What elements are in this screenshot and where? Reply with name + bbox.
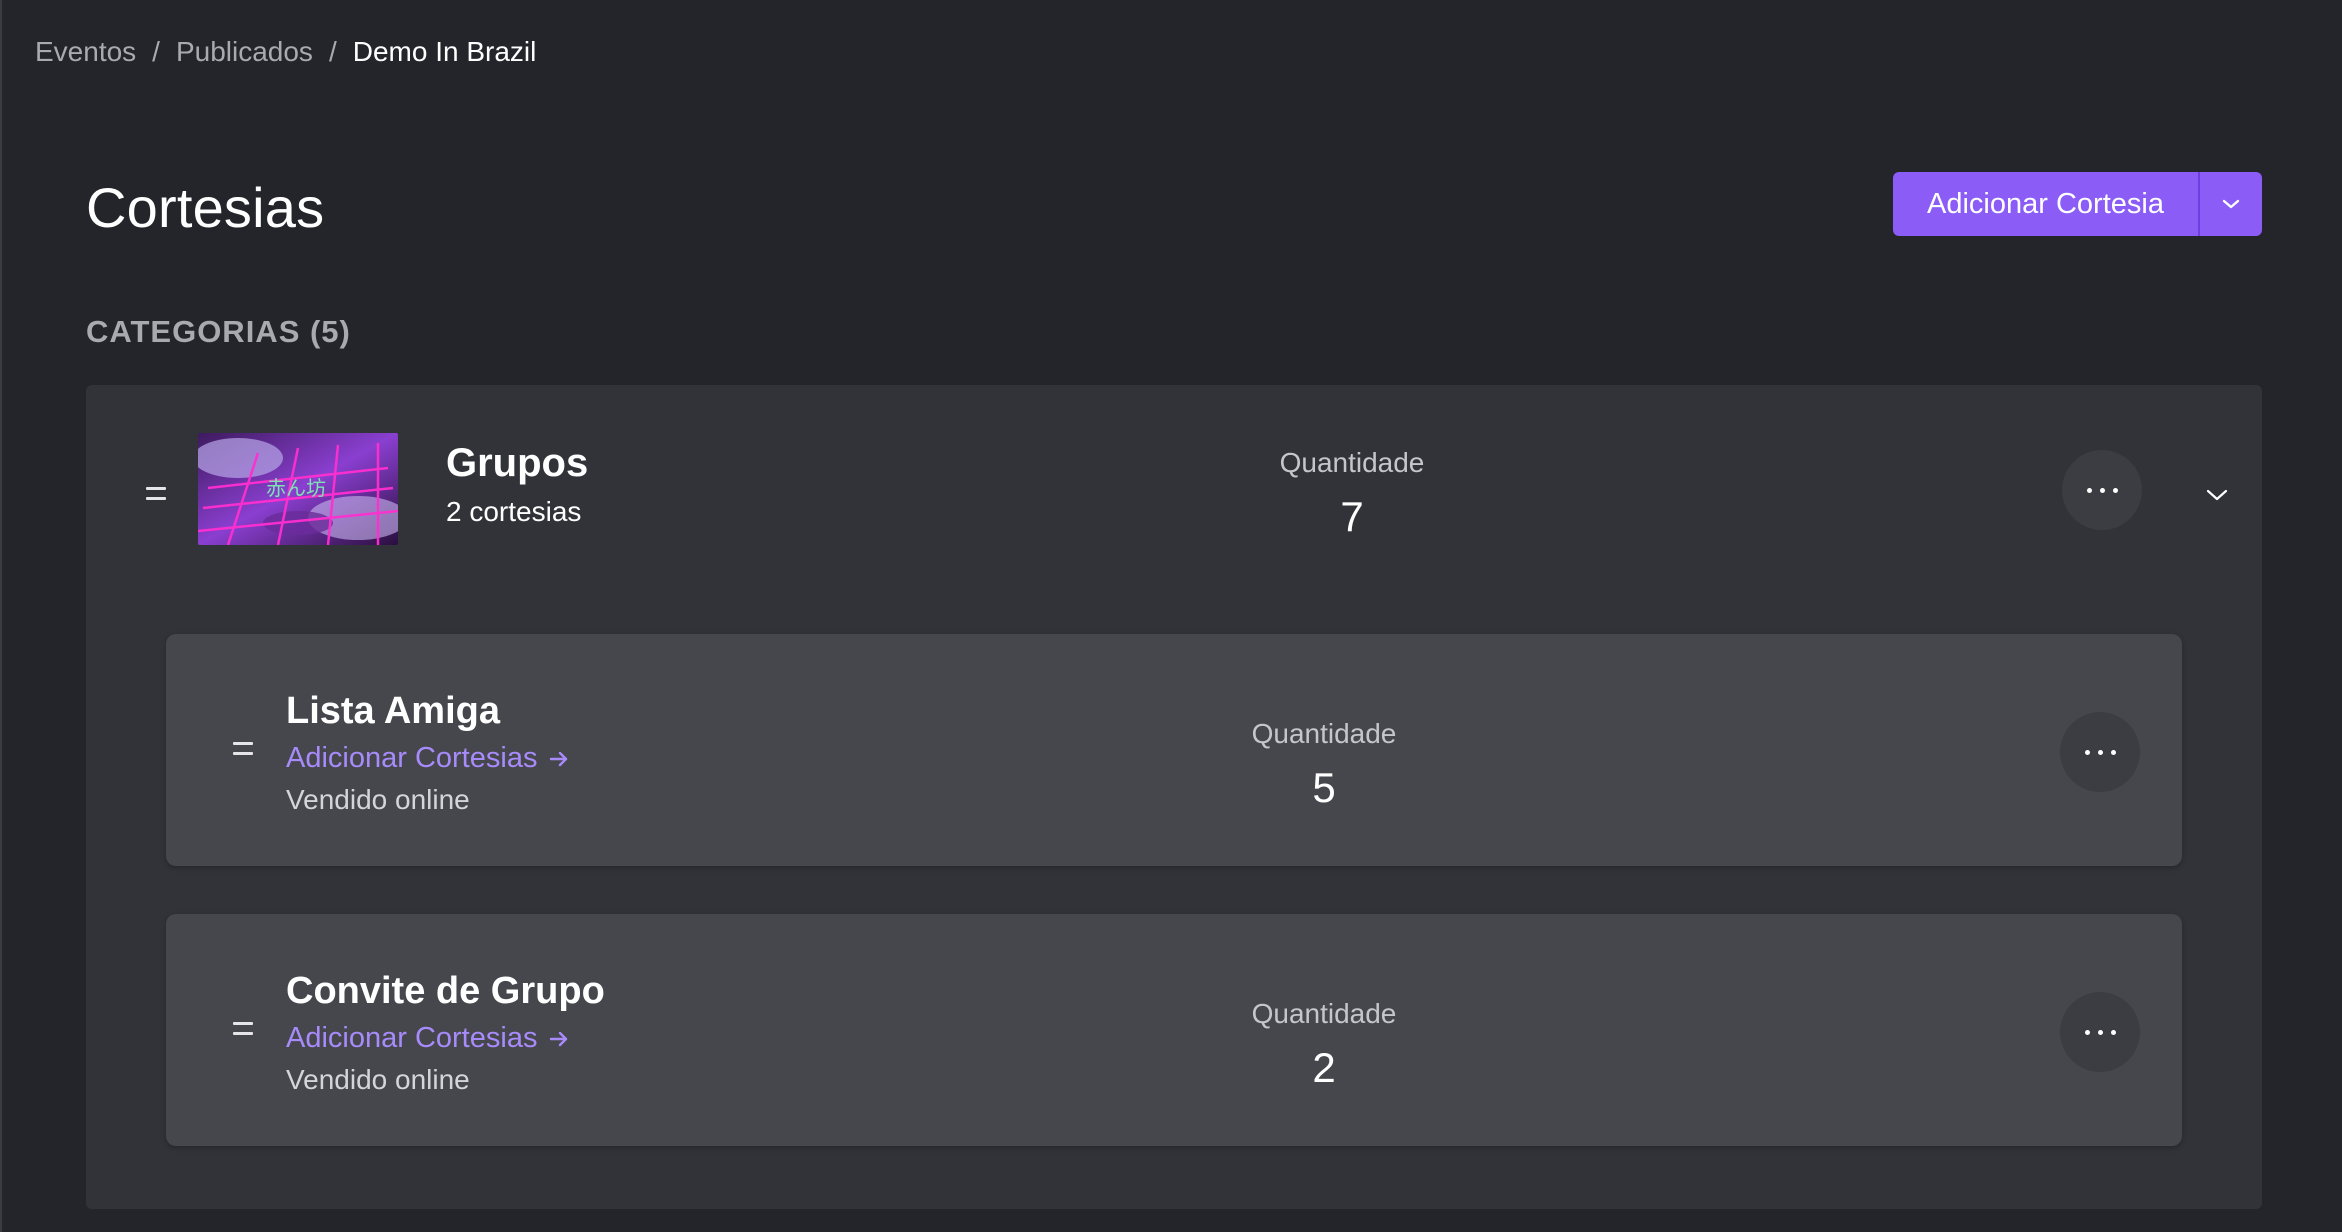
category-thumbnail: 赤ん坊 <box>198 433 398 545</box>
arrow-right-icon <box>550 751 568 766</box>
cortesia-more-button[interactable] <box>2060 712 2140 792</box>
breadcrumb: Eventos / Publicados / Demo In Brazil <box>35 36 536 68</box>
add-cortesia-button[interactable]: Adicionar Cortesia <box>1893 172 2198 236</box>
cortesia-title: Convite de Grupo <box>286 970 605 1012</box>
category-more-button[interactable] <box>2062 450 2142 530</box>
drag-handle-icon[interactable] <box>233 742 253 755</box>
drag-handle-icon[interactable] <box>146 487 166 500</box>
more-horizontal-icon <box>2084 749 2116 755</box>
add-cortesias-link-label: Adicionar Cortesias <box>286 742 538 774</box>
cortesia-sales-channel: Vendido online <box>286 1064 470 1095</box>
more-horizontal-icon <box>2084 1029 2116 1035</box>
breadcrumb-separator: / <box>328 36 337 67</box>
category-name: Grupos <box>446 441 589 485</box>
chevron-down-icon <box>2206 489 2228 501</box>
cortesia-more-button[interactable] <box>2060 992 2140 1072</box>
breadcrumb-item-current: Demo In Brazil <box>352 36 537 67</box>
quantity-value: 2 <box>1312 1044 1336 1091</box>
cortesia-sales-channel: Vendido online <box>286 784 470 815</box>
more-horizontal-icon <box>2086 487 2118 493</box>
page: Eventos / Publicados / Demo In Brazil Co… <box>0 0 2342 1232</box>
thumbnail-text: 赤ん坊 <box>266 476 326 500</box>
arrow-right-icon <box>550 1031 568 1046</box>
add-cortesias-link-label: Adicionar Cortesias <box>286 1022 538 1054</box>
drag-handle-icon[interactable] <box>233 1022 253 1035</box>
add-cortesias-link[interactable]: Adicionar Cortesias <box>286 742 569 775</box>
cortesia-quantity: Quantidade 5 <box>1224 718 1424 812</box>
category-quantity: Quantidade 7 <box>1252 447 1452 541</box>
quantity-label: Quantidade <box>1251 998 1397 1029</box>
cortesia-quantity: Quantidade 2 <box>1224 998 1424 1092</box>
add-cortesias-link[interactable]: Adicionar Cortesias <box>286 1022 569 1055</box>
category-collapse-button[interactable] <box>2204 487 2230 508</box>
add-cortesia-split-button: Adicionar Cortesia <box>1893 172 2262 236</box>
cortesia-item: Convite de Grupo Adicionar Cortesias Ven… <box>166 914 2182 1146</box>
cortesia-item: Lista Amiga Adicionar Cortesias Vendido … <box>166 634 2182 866</box>
quantity-value: 7 <box>1340 493 1364 540</box>
chevron-down-icon <box>2222 199 2240 209</box>
breadcrumb-separator: / <box>152 36 160 67</box>
breadcrumb-item-eventos[interactable]: Eventos <box>35 36 136 68</box>
breadcrumb-item-publicados[interactable]: Publicados <box>176 36 313 68</box>
quantity-label: Quantidade <box>1251 718 1397 749</box>
quantity-value: 5 <box>1312 764 1336 811</box>
category-subtitle: 2 cortesias <box>446 496 582 527</box>
quantity-label: Quantidade <box>1279 447 1425 478</box>
page-title: Cortesias <box>86 176 325 239</box>
add-cortesia-dropdown-button[interactable] <box>2200 172 2262 236</box>
cortesia-title: Lista Amiga <box>286 690 500 732</box>
categories-section-label: CATEGORIAS (5) <box>86 314 351 349</box>
category-card: 赤ん坊 Grupos 2 cortesias Quantidade 7 List… <box>86 385 2262 1209</box>
